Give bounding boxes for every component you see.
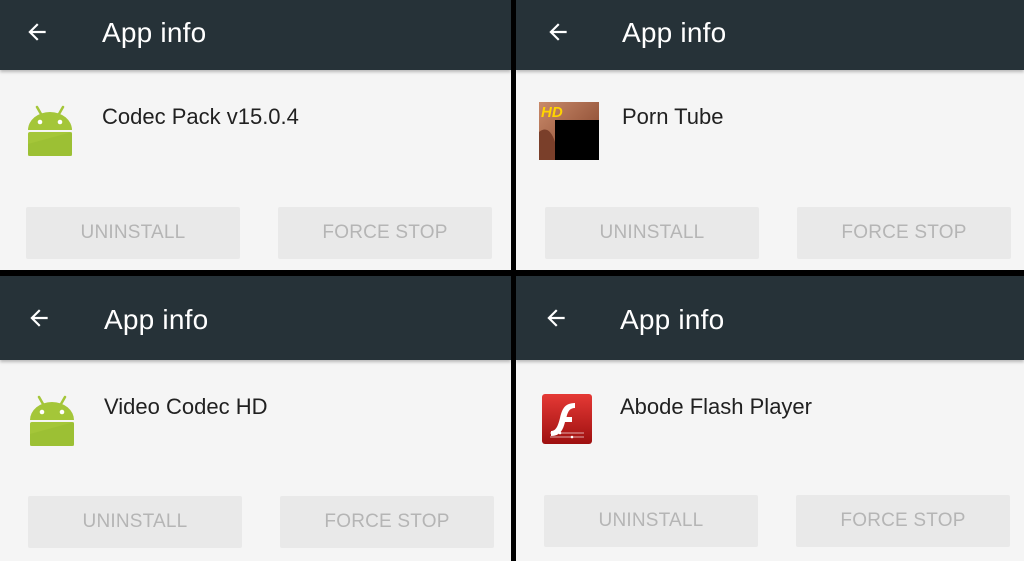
uninstall-button[interactable]: UNINSTALL [544,495,758,547]
hd-badge: HD [541,104,563,121]
force-stop-button[interactable]: FORCE STOP [278,207,492,259]
app-info-panel-abode-flash-player: App info Abode Flash Player UNINSTALL FO… [516,276,1024,561]
android-robot-icon [24,104,76,162]
force-stop-button[interactable]: FORCE STOP [280,496,494,548]
arrow-back-icon [30,309,48,327]
flash-player-icon [542,394,592,444]
uninstall-button[interactable]: UNINSTALL [26,207,240,259]
hd-thumbnail-icon: HD [539,102,599,160]
page-title: App info [104,304,209,335]
app-name: Codec Pack v15.0.4 [102,104,299,129]
app-bar: App info [516,0,1024,70]
page-title: App info [622,17,727,48]
app-name: Abode Flash Player [620,394,812,419]
app-info-panel-porn-tube: App info HD Porn Tube UNINSTALL FORCE ST… [516,0,1024,270]
back-button[interactable] [536,10,580,54]
app-name: Porn Tube [622,104,724,129]
arrow-back-icon [549,23,567,41]
app-info-panel-codec-pack: App info Codec Pack v15.0.4 UNINSTALL FO… [0,0,511,270]
back-button[interactable] [15,10,59,54]
android-robot-icon [26,394,78,452]
back-button[interactable] [17,296,61,340]
back-button[interactable] [534,296,578,340]
app-bar: App info [516,276,1024,360]
app-info-panel-video-codec-hd: App info Video Codec HD UNINSTALL FORCE … [0,276,511,561]
arrow-back-icon [547,309,565,327]
page-title: App info [620,304,725,335]
page-title: App info [102,17,207,48]
app-name: Video Codec HD [104,394,268,419]
force-stop-button[interactable]: FORCE STOP [796,495,1010,547]
app-bar: App info [0,276,511,360]
uninstall-button[interactable]: UNINSTALL [28,496,242,548]
arrow-back-icon [28,23,46,41]
uninstall-button[interactable]: UNINSTALL [545,207,759,259]
force-stop-button[interactable]: FORCE STOP [797,207,1011,259]
app-bar: App info [0,0,511,70]
